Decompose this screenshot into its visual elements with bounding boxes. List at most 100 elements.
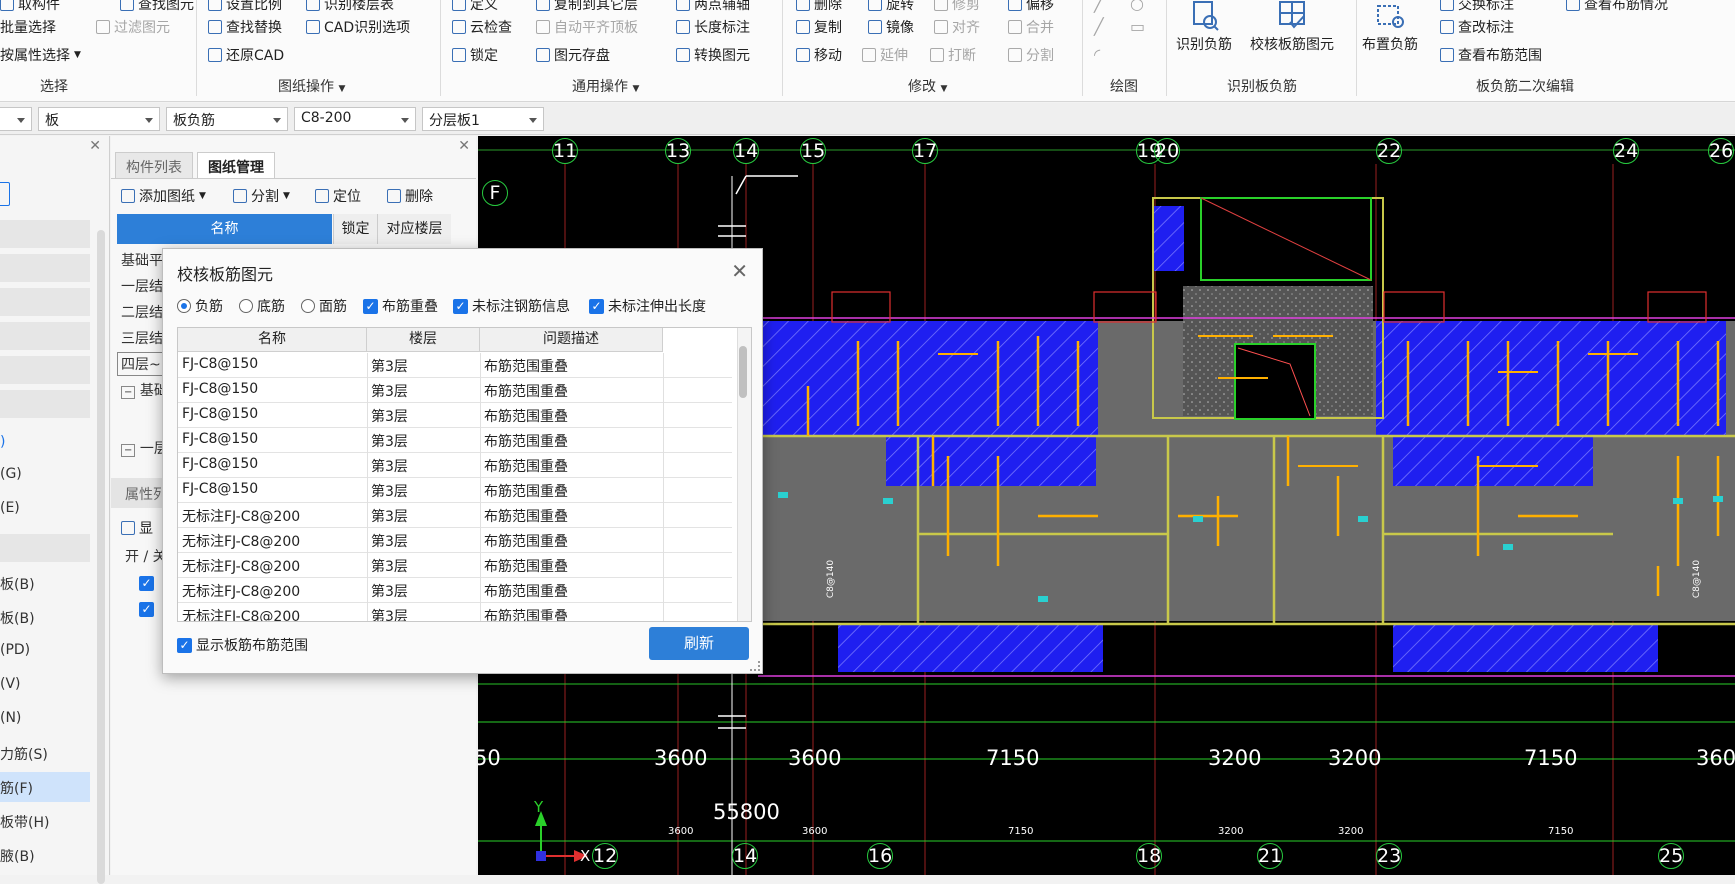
column-header-issue[interactable]: 问题描述 bbox=[480, 328, 663, 352]
collapse-icon[interactable]: − bbox=[121, 444, 136, 457]
recognize-neg-rebar-button[interactable]: 识别负筋 bbox=[1176, 0, 1232, 54]
select-by-property-button[interactable]: 按属性选择 ▼ bbox=[0, 45, 81, 65]
table-row[interactable]: 无标注FJ-C8@200 第3层 布筋范围重叠 bbox=[178, 503, 732, 528]
add-drawing-button[interactable]: 添加图纸 ▼ bbox=[121, 186, 206, 206]
tab-drawing-manager[interactable]: 图纸管理 bbox=[197, 152, 275, 178]
cad-options-button[interactable]: CAD识别选项 bbox=[306, 17, 410, 37]
column-header-lock[interactable]: 锁定 bbox=[333, 214, 377, 244]
batch-select-button[interactable]: 批量选择 bbox=[0, 17, 56, 37]
radio-top-rebar[interactable]: 面筋 bbox=[301, 296, 347, 316]
trim-button[interactable]: 修剪 bbox=[934, 0, 980, 14]
check-slab-rebar-button[interactable]: 校核板筋图元 bbox=[1250, 0, 1334, 54]
move-button[interactable]: 移动 bbox=[796, 45, 842, 65]
split-drawing-button[interactable]: 分割 ▼ bbox=[233, 186, 290, 206]
rect-tool-button[interactable]: ▭ bbox=[1130, 17, 1145, 36]
tree-item-e[interactable]: (E) bbox=[0, 500, 20, 516]
define-button[interactable]: 定义 bbox=[452, 0, 498, 14]
table-row[interactable]: 无标注FJ-C8@200 第3层 布筋范围重叠 bbox=[178, 553, 732, 578]
copy-to-layer-button[interactable]: 复制到其它层 bbox=[536, 0, 638, 14]
table-row[interactable]: FJ-C8@150 第3层 布筋范围重叠 bbox=[178, 378, 732, 403]
collapse-icon[interactable]: − bbox=[121, 386, 136, 399]
scrollbar[interactable] bbox=[97, 230, 105, 884]
restore-cad-button[interactable]: 还原CAD bbox=[208, 45, 284, 65]
column-header-name[interactable]: 名称 bbox=[178, 328, 367, 352]
column-header-floor[interactable]: 对应楼层 bbox=[377, 214, 451, 244]
refresh-button[interactable]: 刷新 bbox=[649, 627, 749, 660]
tree-node[interactable]: − 一层 bbox=[121, 438, 168, 458]
layer-combo[interactable]: 分层板1 bbox=[422, 107, 544, 131]
tree-item-g[interactable]: (G) bbox=[0, 466, 22, 482]
find-replace-button[interactable]: 查找替换 bbox=[208, 17, 282, 37]
copy-button[interactable]: 复制 bbox=[796, 17, 842, 37]
tab-component-list[interactable]: 构件列表 bbox=[115, 152, 193, 178]
view-rebar-range-button[interactable]: 查看布筋范围 bbox=[1440, 45, 1542, 65]
close-icon[interactable]: ✕ bbox=[89, 138, 101, 154]
tree-item-slab-2[interactable]: 板(B) bbox=[0, 608, 35, 628]
set-scale-button[interactable]: 设置比例 bbox=[208, 0, 282, 14]
find-element-button[interactable]: 查找图元 bbox=[120, 0, 194, 14]
place-neg-rebar-button[interactable]: 布置负筋 bbox=[1362, 0, 1418, 54]
category-combo[interactable] bbox=[0, 107, 32, 131]
check-overlap[interactable]: ✓ 布筋重叠 bbox=[363, 296, 438, 316]
close-icon[interactable]: ✕ bbox=[458, 138, 470, 154]
recognize-floor-table-button[interactable]: 识别楼层表 bbox=[306, 0, 394, 14]
radio-bottom-rebar[interactable]: 底筋 bbox=[239, 296, 285, 316]
length-dimension-button[interactable]: 长度标注 bbox=[676, 17, 750, 37]
offset-button[interactable]: 偏移 bbox=[1008, 0, 1054, 14]
tree-item-s[interactable]: 力筋(S) bbox=[0, 744, 48, 764]
tree-item-pd[interactable]: (PD) bbox=[0, 642, 30, 658]
line-tool-button[interactable]: ╱ bbox=[1094, 0, 1104, 13]
subtype-combo[interactable]: 板负筋 bbox=[166, 107, 288, 131]
tree-item-slab-1[interactable]: 板(B) bbox=[0, 574, 35, 594]
table-row[interactable]: FJ-C8@150 第3层 布筋范围重叠 bbox=[178, 353, 732, 378]
table-row[interactable]: FJ-C8@150 第3层 布筋范围重叠 bbox=[178, 403, 732, 428]
scrollbar-track[interactable] bbox=[737, 328, 751, 621]
display-toggle[interactable]: 显 bbox=[121, 518, 153, 538]
tree-item-v[interactable]: (V) bbox=[0, 676, 21, 692]
table-row[interactable]: FJ-C8@150 第3层 布筋范围重叠 bbox=[178, 478, 732, 503]
swap-label-button[interactable]: 交换标注 bbox=[1440, 0, 1514, 14]
filter-element-button[interactable]: 过滤图元 bbox=[96, 17, 170, 37]
edit-label-button[interactable]: 查改标注 bbox=[1440, 17, 1514, 37]
column-header-floor[interactable]: 楼层 bbox=[367, 328, 480, 352]
merge-button[interactable]: 合并 bbox=[1008, 17, 1054, 37]
aux-axis-button[interactable]: 两点辅轴 bbox=[676, 0, 750, 14]
property-checkbox[interactable]: ✓ bbox=[139, 602, 154, 617]
table-row[interactable]: 无标注FJ-C8@200 第3层 布筋范围重叠 bbox=[178, 528, 732, 553]
show-rebar-range-checkbox[interactable]: ✓ 显示板筋布筋范围 bbox=[177, 635, 308, 655]
delete-drawing-button[interactable]: 删除 bbox=[387, 186, 433, 206]
scrollbar-thumb[interactable] bbox=[739, 346, 747, 398]
check-no-extension-length[interactable]: ✓ 未标注伸出长度 bbox=[589, 296, 706, 316]
rotate-button[interactable]: 旋转 bbox=[868, 0, 914, 14]
align-button[interactable]: 对齐 bbox=[934, 17, 980, 37]
table-row[interactable]: FJ-C8@150 第3层 布筋范围重叠 bbox=[178, 453, 732, 478]
split-button[interactable]: 分割 bbox=[1008, 45, 1054, 65]
close-icon[interactable]: ✕ bbox=[731, 259, 748, 283]
type-combo[interactable]: 板 bbox=[38, 107, 160, 131]
column-header-name[interactable]: 名称 bbox=[117, 214, 332, 244]
circle-tool-button[interactable]: ○ bbox=[1130, 0, 1144, 13]
tree-item-h[interactable]: 板带(H) bbox=[0, 812, 49, 832]
component-combo[interactable]: C8-200 bbox=[294, 107, 416, 131]
drawing-row[interactable]: 二层结 bbox=[121, 302, 163, 322]
mirror-button[interactable]: 镜像 bbox=[868, 17, 914, 37]
drawing-row[interactable]: 三层结 bbox=[121, 328, 163, 348]
drawing-row-selected[interactable]: 四层~ bbox=[117, 352, 165, 376]
drawing-row[interactable]: 基础平 bbox=[121, 250, 163, 270]
view-rebar-status-button[interactable]: 查看布筋情况 bbox=[1566, 0, 1668, 14]
delete-button[interactable]: 删除 bbox=[796, 0, 842, 14]
cloud-check-button[interactable]: 云检查 bbox=[452, 17, 512, 37]
tree-item-b[interactable]: 腋(B) bbox=[0, 846, 35, 866]
table-row[interactable]: 无标注FJ-C8@200 第3层 布筋范围重叠 bbox=[178, 578, 732, 603]
convert-element-button[interactable]: 转换图元 bbox=[676, 45, 750, 65]
tree-item-f[interactable]: 筋(F) bbox=[0, 778, 33, 798]
resize-grip-icon[interactable] bbox=[750, 661, 760, 671]
save-element-button[interactable]: 图元存盘 bbox=[536, 45, 610, 65]
property-checkbox[interactable]: ✓ bbox=[139, 576, 154, 591]
auto-align-top-button[interactable]: 自动平齐顶板 bbox=[536, 17, 638, 37]
tree-item-n[interactable]: (N) bbox=[0, 710, 21, 726]
check-no-rebar-info[interactable]: ✓ 未标注钢筋信息 bbox=[453, 296, 570, 316]
radio-negative-rebar[interactable]: 负筋 bbox=[177, 296, 223, 316]
extend-button[interactable]: 延伸 bbox=[862, 45, 908, 65]
table-row[interactable]: 无标注FJ-C8@200 第3层 布筋范围重叠 bbox=[178, 603, 732, 621]
